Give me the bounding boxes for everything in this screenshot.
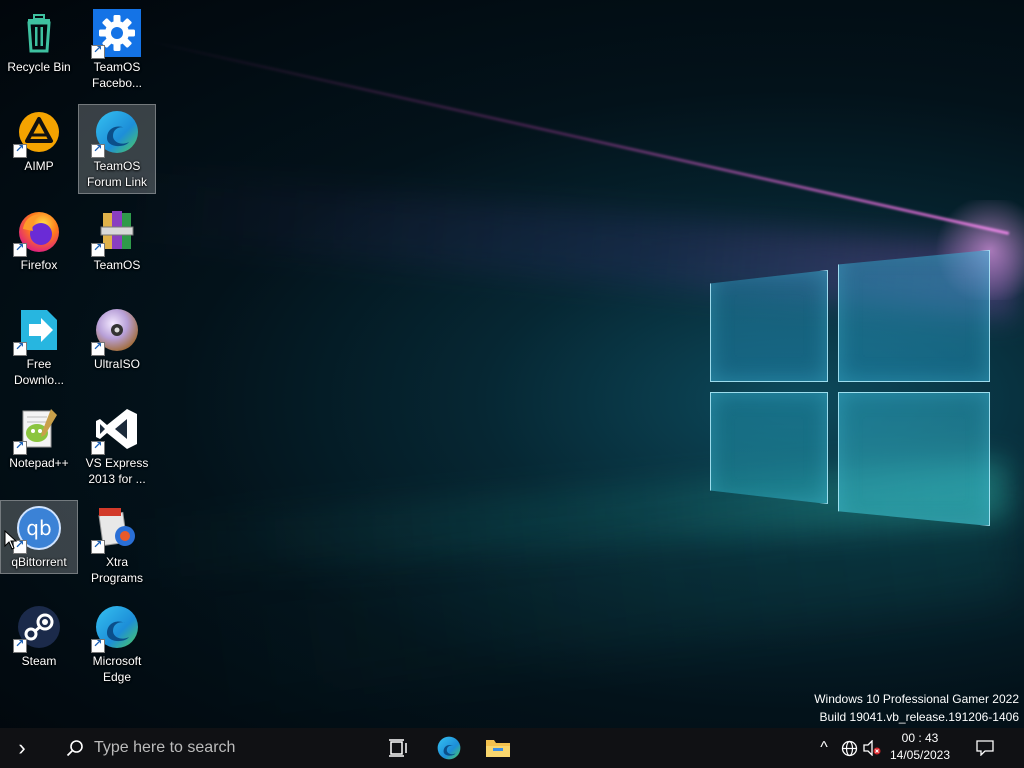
taskbar: › Type here to search ^ 00: 43 14/05/20… bbox=[0, 728, 1024, 768]
desktop-icon-label: TeamOS Facebo... bbox=[91, 60, 143, 90]
show-hidden-icons-button[interactable]: ^ bbox=[812, 728, 836, 768]
desktop-icon-label: Recycle Bin bbox=[7, 60, 71, 74]
volume-muted-icon bbox=[863, 740, 881, 756]
desktop-icon-xtra-programs[interactable]: Xtra Programs bbox=[79, 501, 155, 589]
gear-icon bbox=[91, 9, 141, 59]
shortcut-arrow-icon bbox=[13, 637, 27, 653]
folder-icon bbox=[486, 740, 510, 757]
desktop-icon-teamos-facebook[interactable]: TeamOS Facebo... bbox=[79, 6, 155, 94]
desktop-icon-steam[interactable]: Steam bbox=[1, 600, 77, 672]
shortcut-arrow-icon bbox=[13, 439, 27, 455]
shortcut-arrow-icon bbox=[13, 241, 27, 257]
chevron-up-icon: ^ bbox=[820, 739, 828, 756]
disc-icon bbox=[91, 306, 141, 356]
desktop-icon-label: Steam bbox=[21, 654, 57, 668]
qbittorrent-glyph: qb bbox=[26, 516, 51, 540]
xtra-programs-icon bbox=[91, 504, 141, 554]
desktop-icon-label: UltraISO bbox=[93, 357, 140, 371]
edge-icon bbox=[437, 736, 461, 760]
mouse-cursor-icon bbox=[4, 530, 18, 550]
search-box[interactable]: Type here to search bbox=[48, 728, 380, 768]
taskbar-clock[interactable]: 00 : 43 14/05/2023 bbox=[886, 730, 954, 764]
search-icon bbox=[66, 740, 83, 757]
firefox-icon bbox=[13, 207, 63, 257]
windows-logo-pane bbox=[838, 250, 990, 382]
desktop-icon-label: VS Express 2013 for ... bbox=[85, 456, 149, 486]
windows-logo-pane bbox=[710, 270, 828, 382]
desktop-icon-label: qBittorrent bbox=[11, 555, 67, 569]
shortcut-arrow-icon bbox=[91, 241, 105, 257]
shortcut-arrow-icon bbox=[91, 637, 105, 653]
windows-logo-pane bbox=[838, 392, 990, 526]
task-view-button[interactable] bbox=[380, 728, 416, 768]
desktop-icon-firefox[interactable]: Firefox bbox=[1, 204, 77, 276]
desktop-icon-microsoft-edge[interactable]: Microsoft Edge bbox=[79, 600, 155, 688]
desktop-icon-notepad-plus-plus[interactable]: Notepad++ bbox=[1, 402, 77, 474]
shortcut-arrow-icon bbox=[91, 340, 105, 356]
shortcut-arrow-icon bbox=[91, 142, 105, 158]
desktop-icon-aimp[interactable]: AIMP bbox=[1, 105, 77, 177]
desktop-icon-label: Xtra Programs bbox=[90, 555, 143, 585]
chevron-right-icon: › bbox=[18, 735, 26, 760]
winrar-icon bbox=[91, 207, 141, 257]
free-download-manager-icon bbox=[13, 306, 63, 356]
steam-icon bbox=[13, 603, 63, 653]
desktop-icon-label: Free Downlo... bbox=[13, 357, 65, 387]
notification-icon bbox=[976, 740, 994, 756]
start-expand-button[interactable]: › bbox=[0, 728, 44, 768]
edge-icon bbox=[91, 108, 141, 158]
desktop-icon-label: Microsoft Edge bbox=[92, 654, 142, 684]
desktop-icon-vs-express[interactable]: VS Express 2013 for ... bbox=[79, 402, 155, 490]
desktop-icon-label: Notepad++ bbox=[9, 456, 69, 470]
watermark-build: Build 19041.vb_release.191206-1406 bbox=[819, 710, 1020, 724]
globe-icon bbox=[841, 740, 857, 756]
task-view-icon bbox=[389, 739, 407, 757]
desktop-icon-label: AIMP bbox=[24, 159, 54, 173]
desktop-icon-label: Firefox bbox=[20, 258, 58, 272]
windows-watermark: Windows 10 Professional Gamer 2022 Build… bbox=[814, 690, 1019, 726]
desktop-icon-label: TeamOS bbox=[93, 258, 141, 272]
shortcut-arrow-icon bbox=[91, 439, 105, 455]
edge-icon bbox=[91, 603, 141, 653]
search-placeholder: Type here to search bbox=[94, 739, 236, 756]
aimp-icon bbox=[13, 108, 63, 158]
shortcut-arrow-icon bbox=[91, 538, 105, 554]
shortcut-arrow-icon bbox=[13, 340, 27, 356]
shortcut-arrow-icon bbox=[13, 142, 27, 158]
volume-tray-button[interactable] bbox=[861, 728, 883, 768]
windows-logo-pane bbox=[710, 392, 828, 504]
shortcut-arrow-icon bbox=[91, 43, 105, 59]
desktop-icon-ultraiso[interactable]: UltraISO bbox=[79, 303, 155, 375]
taskbar-file-explorer-button[interactable] bbox=[478, 728, 518, 768]
qbittorrent-icon: qb bbox=[13, 504, 63, 554]
watermark-edition: Windows 10 Professional Gamer 2022 bbox=[814, 692, 1019, 706]
desktop-icon-teamos-forum-link[interactable]: TeamOS Forum Link bbox=[78, 104, 156, 194]
recycle-bin-icon bbox=[15, 9, 63, 57]
action-center-button[interactable] bbox=[968, 728, 1002, 768]
desktop-icon-free-download-manager[interactable]: Free Downlo... bbox=[1, 303, 77, 391]
clock-date: 14/05/2023 bbox=[889, 748, 951, 762]
network-tray-button[interactable] bbox=[838, 728, 860, 768]
desktop[interactable]: Recycle Bin AIMP Firefox bbox=[0, 0, 1024, 728]
taskbar-edge-button[interactable] bbox=[430, 728, 468, 768]
notepad-plus-plus-icon bbox=[13, 405, 63, 455]
desktop-icon-teamos[interactable]: TeamOS bbox=[79, 204, 155, 276]
visual-studio-icon bbox=[91, 405, 141, 455]
desktop-icon-recycle-bin[interactable]: Recycle Bin bbox=[1, 6, 77, 78]
desktop-icon-label: TeamOS Forum Link bbox=[86, 159, 148, 189]
clock-time: 00 : 43 bbox=[901, 731, 939, 745]
